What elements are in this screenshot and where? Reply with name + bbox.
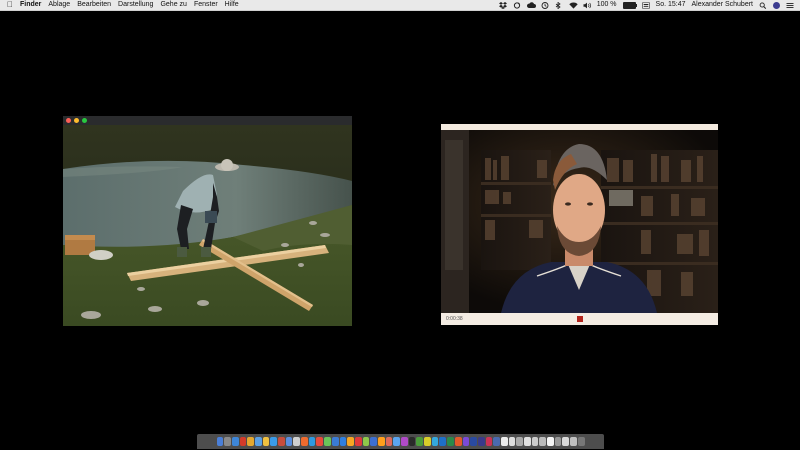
dock-app-icon-24[interactable] — [393, 437, 400, 446]
dock-app-icon-32[interactable] — [454, 437, 462, 446]
menu-clock[interactable]: So. 15:47 — [656, 0, 686, 10]
dock-app-icon-35[interactable] — [477, 437, 485, 446]
time-machine-icon[interactable] — [541, 1, 549, 9]
dock-app-icon-28[interactable] — [424, 437, 431, 446]
dropbox-icon[interactable] — [498, 1, 507, 9]
photo-image — [63, 125, 352, 326]
video-controls: 0:00:38 — [441, 313, 718, 325]
dock-app-icon-43[interactable] — [539, 437, 547, 446]
dock-app-icon-1[interactable] — [216, 437, 224, 446]
dock-app-icon-14[interactable] — [316, 437, 324, 446]
keyboard-icon[interactable] — [641, 2, 650, 9]
dock-app-icon-4[interactable] — [239, 437, 247, 446]
dock-app-icon-11[interactable] — [293, 437, 301, 446]
dock-app-icon-22[interactable] — [377, 437, 385, 446]
dock-app-icon-13[interactable] — [308, 437, 316, 446]
spotlight-icon[interactable] — [759, 1, 767, 9]
dock-app-icon-23[interactable] — [385, 437, 393, 446]
sync-icon[interactable] — [513, 1, 521, 9]
dock-app-icon-31[interactable] — [447, 437, 454, 446]
dock-app-icon-34[interactable] — [470, 437, 477, 446]
video-window[interactable]: 0:00:38 — [441, 124, 718, 325]
menu-bar-status: 100 % So. 15:47 Alexander Schubert — [498, 0, 794, 10]
menu-app-finder[interactable]: Finder — [20, 0, 41, 10]
minimize-button[interactable] — [74, 118, 79, 123]
dock-app-icon-25[interactable] — [401, 437, 408, 446]
stop-record-button[interactable] — [577, 316, 583, 322]
dock-app-icon-37[interactable] — [493, 437, 500, 446]
dock-app-icon-36[interactable] — [485, 437, 493, 446]
dock-app-icon-5[interactable] — [247, 437, 254, 446]
dock-app-icon-47[interactable] — [570, 437, 577, 446]
dock-app-icon-16[interactable] — [331, 437, 339, 446]
dock-app-icon-9[interactable] — [278, 437, 285, 446]
menu-user-name[interactable]: Alexander Schubert — [692, 0, 753, 10]
video-frame[interactable] — [441, 130, 718, 313]
dock-app-icon-7[interactable] — [262, 437, 270, 446]
dock-app-icon-10[interactable] — [285, 437, 293, 446]
dock-app-icon-15[interactable] — [324, 437, 331, 446]
menu-item-bearbeiten[interactable]: Bearbeiten — [77, 0, 111, 10]
battery-fill — [623, 2, 635, 8]
battery-icon[interactable] — [622, 1, 637, 9]
dock-app-icon-18[interactable] — [347, 437, 354, 446]
menu-bar-left:  Finder Ablage Bearbeiten Darstellung G… — [7, 0, 239, 10]
dock-app-icon-20[interactable] — [362, 437, 370, 446]
menu-bar:  Finder Ablage Bearbeiten Darstellung G… — [0, 0, 800, 11]
cloud-icon[interactable] — [526, 1, 536, 9]
dock-app-icon-8[interactable] — [270, 437, 277, 446]
zoom-button[interactable] — [82, 118, 87, 123]
dock-app-icon-29[interactable] — [431, 437, 439, 446]
dock-app-icon-26[interactable] — [408, 437, 416, 446]
dock-app-icon-6[interactable] — [254, 437, 262, 446]
close-button[interactable] — [66, 118, 71, 123]
photo-window[interactable] — [63, 116, 352, 326]
dock-app-icon-38[interactable] — [500, 437, 508, 446]
notification-center-icon[interactable] — [786, 2, 794, 9]
dock-app-icon-17[interactable] — [339, 437, 347, 446]
menu-item-hilfe[interactable]: Hilfe — [225, 0, 239, 10]
dock-app-icon-46[interactable] — [562, 437, 570, 446]
volume-icon[interactable] — [583, 2, 591, 9]
dock-app-icon-27[interactable] — [416, 437, 424, 446]
dock-app-icon-48[interactable] — [577, 437, 585, 446]
menu-item-darstellung[interactable]: Darstellung — [118, 0, 153, 10]
dock-app-icon-12[interactable] — [301, 437, 308, 446]
dock-app-icon-44[interactable] — [547, 437, 554, 446]
dock-app-icon-33[interactable] — [462, 437, 470, 446]
siri-icon[interactable] — [773, 1, 780, 9]
dock-app-icon-45[interactable] — [554, 437, 562, 446]
dock-app-icon-40[interactable] — [516, 437, 523, 446]
dock-app-icon-30[interactable] — [439, 437, 447, 446]
menu-item-gehe-zu[interactable]: Gehe zu — [160, 0, 186, 10]
menu-item-fenster[interactable]: Fenster — [194, 0, 218, 10]
dock — [197, 434, 604, 449]
wifi-icon[interactable] — [568, 1, 578, 9]
menu-item-ablage[interactable]: Ablage — [48, 0, 70, 10]
dock-app-icon-3[interactable] — [231, 437, 239, 446]
dock-app-icon-21[interactable] — [370, 437, 377, 446]
photo-scene-svg — [63, 125, 352, 326]
bluetooth-icon[interactable] — [555, 1, 563, 9]
dock-app-icon-42[interactable] — [531, 437, 539, 446]
video-scene-svg — [441, 130, 718, 313]
video-timecode: 0:00:38 — [446, 316, 463, 322]
dock-app-icon-41[interactable] — [524, 437, 531, 446]
battery-percentage: 100 % — [596, 1, 617, 8]
apple-menu-icon[interactable]:  — [7, 0, 13, 10]
dock-app-icon-39[interactable] — [508, 437, 516, 446]
dock-app-icon-19[interactable] — [354, 437, 362, 446]
dock-app-icon-2[interactable] — [224, 437, 231, 446]
